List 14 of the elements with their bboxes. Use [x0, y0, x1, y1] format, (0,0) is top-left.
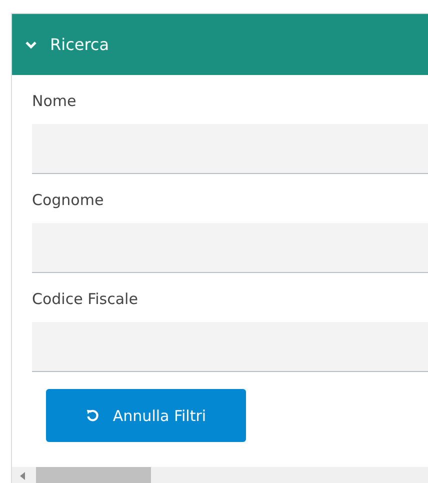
horizontal-scrollbar[interactable]	[12, 467, 428, 483]
undo-icon	[86, 409, 99, 422]
panel-header[interactable]: Ricerca	[12, 14, 428, 75]
field-label: Codice Fiscale	[32, 289, 139, 310]
panel-title: Ricerca	[50, 35, 110, 54]
reset-filters-button[interactable]: Annulla Filtri	[46, 389, 246, 442]
field-label: Cognome	[32, 190, 105, 211]
input-field[interactable]	[32, 124, 428, 174]
scroll-left-icon[interactable]	[20, 472, 26, 480]
input-field[interactable]	[32, 322, 428, 372]
scrollbar-thumb[interactable]	[36, 467, 151, 483]
field-label: Nome	[32, 91, 78, 112]
input-field[interactable]	[32, 223, 428, 273]
chevron-icon	[25, 40, 37, 48]
